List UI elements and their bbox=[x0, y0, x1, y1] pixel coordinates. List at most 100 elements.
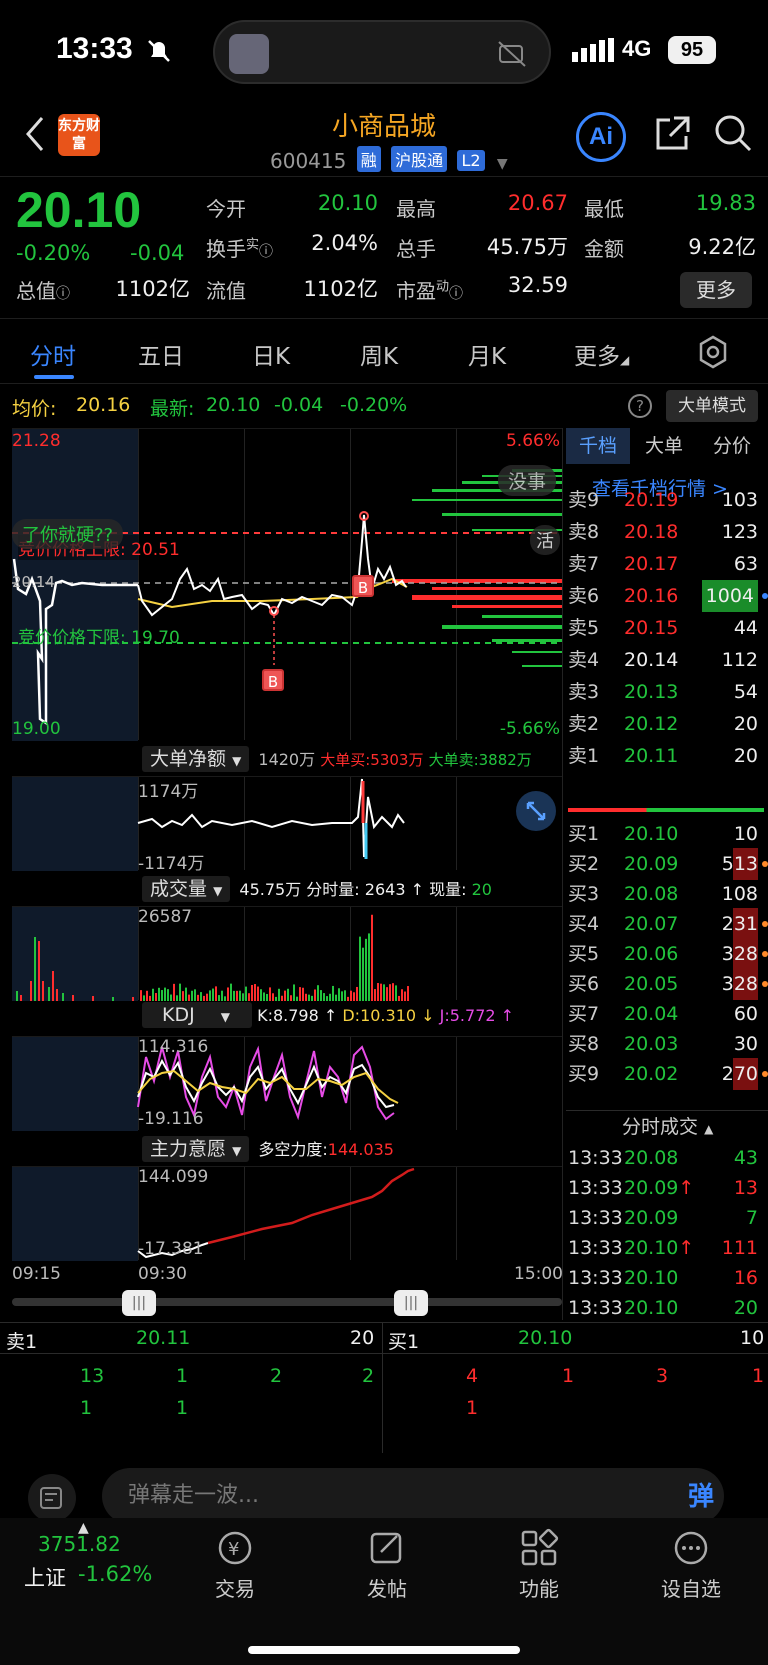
volume-selector[interactable]: 成交量 ▼ bbox=[142, 876, 231, 902]
main-force-selector[interactable]: 主力意愿 ▼ bbox=[142, 1136, 250, 1162]
bid-row[interactable]: 买7 20.04 60 bbox=[566, 998, 768, 1030]
queue-sell-item: 13 bbox=[80, 1365, 105, 1387]
buy-marker-b-high[interactable]: B bbox=[352, 575, 374, 597]
danmu-send-button[interactable]: 弹 bbox=[678, 1474, 724, 1520]
book-tab-big-order[interactable]: 大单 bbox=[632, 428, 696, 464]
tab-five-day[interactable]: 五日 bbox=[138, 337, 184, 371]
volume-bar bbox=[344, 990, 346, 1001]
ask-row[interactable]: 卖3 20.13 54 bbox=[566, 676, 768, 708]
kdj-selector[interactable]: KDJ ▼ bbox=[142, 1002, 252, 1028]
tab-monthly-k[interactable]: 月K bbox=[468, 337, 506, 371]
ask-level-label: 卖8 bbox=[568, 521, 600, 543]
bid-row[interactable]: 买2 20.09 513 bbox=[566, 848, 768, 880]
danmu-input[interactable]: 弹幕走一波... bbox=[102, 1468, 724, 1524]
volume-profile bbox=[392, 469, 562, 667]
volume-bar bbox=[218, 995, 220, 1001]
nav-post[interactable]: 发帖 bbox=[342, 1528, 432, 1602]
info-icon[interactable]: ⓘ bbox=[449, 286, 463, 302]
volume-bar bbox=[272, 993, 274, 1001]
bid-row[interactable]: 买8 20.03 30 bbox=[566, 1028, 768, 1060]
tick-volume: 13 bbox=[733, 1177, 758, 1199]
big-order-selector[interactable]: 大单净额 ▼ bbox=[142, 746, 250, 772]
ask-row[interactable]: 卖4 20.14 112 bbox=[566, 644, 768, 676]
dropdown-caret-icon[interactable]: ▼ bbox=[497, 156, 508, 172]
ask-row[interactable]: 卖7 20.17 63 bbox=[566, 548, 768, 580]
info-icon[interactable]: ⓘ bbox=[56, 286, 70, 302]
bid-row[interactable]: 买5 20.06 328 bbox=[566, 938, 768, 970]
bid-row[interactable]: 买9 20.02 270 bbox=[566, 1058, 768, 1090]
index-value[interactable]: 3751.82 bbox=[38, 1532, 121, 1556]
nav-trade[interactable]: ¥ 交易 bbox=[190, 1528, 280, 1602]
ask-row[interactable]: 卖2 20.12 20 bbox=[566, 708, 768, 740]
kdj-chart[interactable]: 114.316 -19.116 bbox=[12, 1036, 562, 1131]
volume-bar bbox=[176, 995, 178, 1001]
book-tab-thousand[interactable]: 千档 bbox=[566, 428, 630, 464]
kdj-d: D:10.310 ↓ bbox=[342, 1006, 435, 1025]
lower-limit-label: 竞价价格下限: 19.70 bbox=[18, 628, 180, 648]
ticks-header[interactable]: 分时成交 ▲ bbox=[622, 1112, 713, 1139]
tab-weekly-k[interactable]: 周K bbox=[360, 337, 398, 371]
bid-row[interactable]: 买1 20.10 10 bbox=[566, 818, 768, 850]
nav-add-watchlist[interactable]: 设自选 bbox=[646, 1528, 736, 1602]
range-handle-right[interactable]: ||| bbox=[394, 1290, 428, 1316]
search-icon[interactable] bbox=[712, 112, 754, 154]
ask-volume: 112 bbox=[721, 649, 758, 671]
ask-volume: 123 bbox=[721, 521, 758, 543]
ask-row[interactable]: 卖6 20.16 1004 bbox=[566, 580, 768, 612]
info-icon[interactable]: ⓘ bbox=[259, 244, 273, 260]
volume-bars bbox=[16, 914, 409, 1001]
high-value: 20.67 bbox=[507, 191, 568, 215]
ask-row[interactable]: 卖9 20.19 103 bbox=[566, 484, 768, 516]
bid-row[interactable]: 买4 20.07 231 bbox=[566, 908, 768, 940]
buy-marker-b-low[interactable]: B bbox=[262, 669, 284, 691]
settings-gear-icon[interactable] bbox=[696, 335, 730, 369]
main-force-chart[interactable]: 144.099 -17.381 bbox=[12, 1166, 562, 1261]
bid-row[interactable]: 买6 20.05 328 bbox=[566, 968, 768, 1000]
active-tab-indicator bbox=[34, 375, 74, 379]
big-order-chart[interactable]: 1174万 -1174万 bbox=[12, 776, 562, 874]
book-tab-price-split[interactable]: 分价 bbox=[700, 428, 764, 464]
volume-bar bbox=[140, 990, 142, 1001]
bid-row[interactable]: 买3 20.08 108 bbox=[566, 878, 768, 910]
big-order-y-top: 1174万 bbox=[138, 782, 199, 802]
pe-value: 32.59 bbox=[507, 273, 568, 297]
order-dot-icon bbox=[762, 593, 768, 599]
tab-more[interactable]: 更多◢ bbox=[574, 337, 629, 371]
ask-row[interactable]: 卖5 20.15 44 bbox=[566, 612, 768, 644]
big-order-y-bottom: -1174万 bbox=[138, 854, 205, 874]
volume-bar bbox=[323, 993, 325, 1001]
ai-button[interactable]: Ai bbox=[576, 112, 626, 162]
big-order-buy: 大单买:5303万 bbox=[320, 751, 424, 769]
ask-row[interactable]: 卖1 20.11 20 bbox=[566, 740, 768, 772]
volume-bar bbox=[368, 933, 370, 1001]
queue-sell-price: 20.11 bbox=[136, 1327, 191, 1349]
more-button[interactable]: 更多 bbox=[680, 272, 752, 308]
danmu-toggle-icon[interactable] bbox=[28, 1474, 76, 1522]
expand-icon[interactable] bbox=[516, 791, 556, 831]
tick-volume: 16 bbox=[733, 1267, 758, 1289]
danmu-bubble: 活 bbox=[530, 525, 560, 555]
ask-row[interactable]: 卖8 20.18 123 bbox=[566, 516, 768, 548]
queue-buy-item: 3 bbox=[656, 1365, 669, 1387]
queue-buy-item: 1 bbox=[562, 1365, 575, 1387]
help-icon[interactable]: ? bbox=[628, 394, 652, 418]
volume-bar bbox=[34, 937, 36, 1001]
ask-volume: 54 bbox=[733, 681, 758, 703]
share-icon[interactable] bbox=[652, 114, 692, 154]
mktcap-value: 1102亿 bbox=[115, 277, 190, 301]
tab-daily-k[interactable]: 日K bbox=[252, 337, 290, 371]
queue-buy-price: 20.10 bbox=[518, 1327, 573, 1349]
index-pct[interactable]: -1.62% bbox=[78, 1562, 152, 1586]
volume-chart[interactable]: 26587 bbox=[12, 906, 562, 1001]
nav-functions[interactable]: 功能 bbox=[494, 1528, 584, 1602]
volume-bar bbox=[278, 988, 280, 1001]
range-scrollbar[interactable] bbox=[12, 1298, 562, 1306]
tab-intraday[interactable]: 分时 bbox=[30, 337, 76, 371]
index-name[interactable]: 上证 bbox=[24, 1562, 66, 1592]
volume-bar bbox=[326, 996, 328, 1001]
range-handle-left[interactable]: ||| bbox=[122, 1290, 156, 1316]
pct-axis-bottom: -5.66% bbox=[499, 719, 560, 739]
volume-bar bbox=[112, 997, 114, 1001]
big-order-mode-button[interactable]: 大单模式 bbox=[666, 390, 758, 422]
intraday-chart[interactable]: B B 21.28 20.14 19.00 5.66% -5.66% 竞价价格上… bbox=[12, 428, 562, 741]
